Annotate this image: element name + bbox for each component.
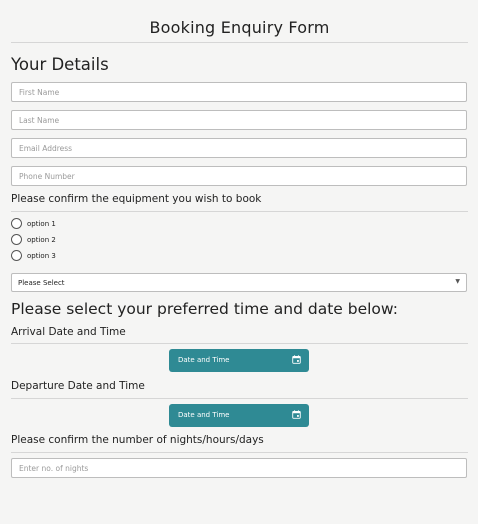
last-name-input[interactable] <box>11 110 467 130</box>
arrival-date-time-label: Date and Time <box>178 356 230 364</box>
calendar-icon[interactable] <box>292 355 301 364</box>
radio-option-2-label: option 2 <box>27 235 56 244</box>
equipment-divider <box>11 211 468 212</box>
radio-option-3[interactable]: option 3 <box>11 249 56 262</box>
radio-icon[interactable] <box>11 250 22 261</box>
arrival-divider <box>11 343 468 344</box>
departure-date-time-button[interactable]: Date and Time <box>169 404 309 427</box>
equipment-select-value: Please Select <box>18 279 65 287</box>
phone-input[interactable] <box>11 166 467 186</box>
radio-icon[interactable] <box>11 234 22 245</box>
arrival-label: Arrival Date and Time <box>11 326 126 338</box>
equipment-select[interactable]: Please Select ▼ <box>11 273 467 292</box>
email-input[interactable] <box>11 138 467 158</box>
radio-option-1[interactable]: option 1 <box>11 217 56 230</box>
arrival-date-time-button[interactable]: Date and Time <box>169 349 309 372</box>
equipment-question: Please confirm the equipment you wish to… <box>11 193 262 205</box>
nights-divider <box>11 452 468 453</box>
nights-input[interactable] <box>11 458 467 478</box>
departure-divider <box>11 398 468 399</box>
radio-option-2[interactable]: option 2 <box>11 233 56 246</box>
schedule-heading: Please select your preferred time and da… <box>11 300 398 318</box>
calendar-icon[interactable] <box>292 410 301 419</box>
chevron-down-icon[interactable]: ▼ <box>455 278 460 285</box>
radio-option-3-label: option 3 <box>27 251 56 260</box>
radio-option-1-label: option 1 <box>27 219 56 228</box>
radio-icon[interactable] <box>11 218 22 229</box>
nights-question: Please confirm the number of nights/hour… <box>11 434 264 446</box>
your-details-heading: Your Details <box>11 55 109 74</box>
title-divider <box>11 42 468 43</box>
first-name-input[interactable] <box>11 82 467 102</box>
form-title: Booking Enquiry Form <box>149 18 330 37</box>
departure-date-time-label: Date and Time <box>178 411 230 419</box>
departure-label: Departure Date and Time <box>11 380 145 392</box>
